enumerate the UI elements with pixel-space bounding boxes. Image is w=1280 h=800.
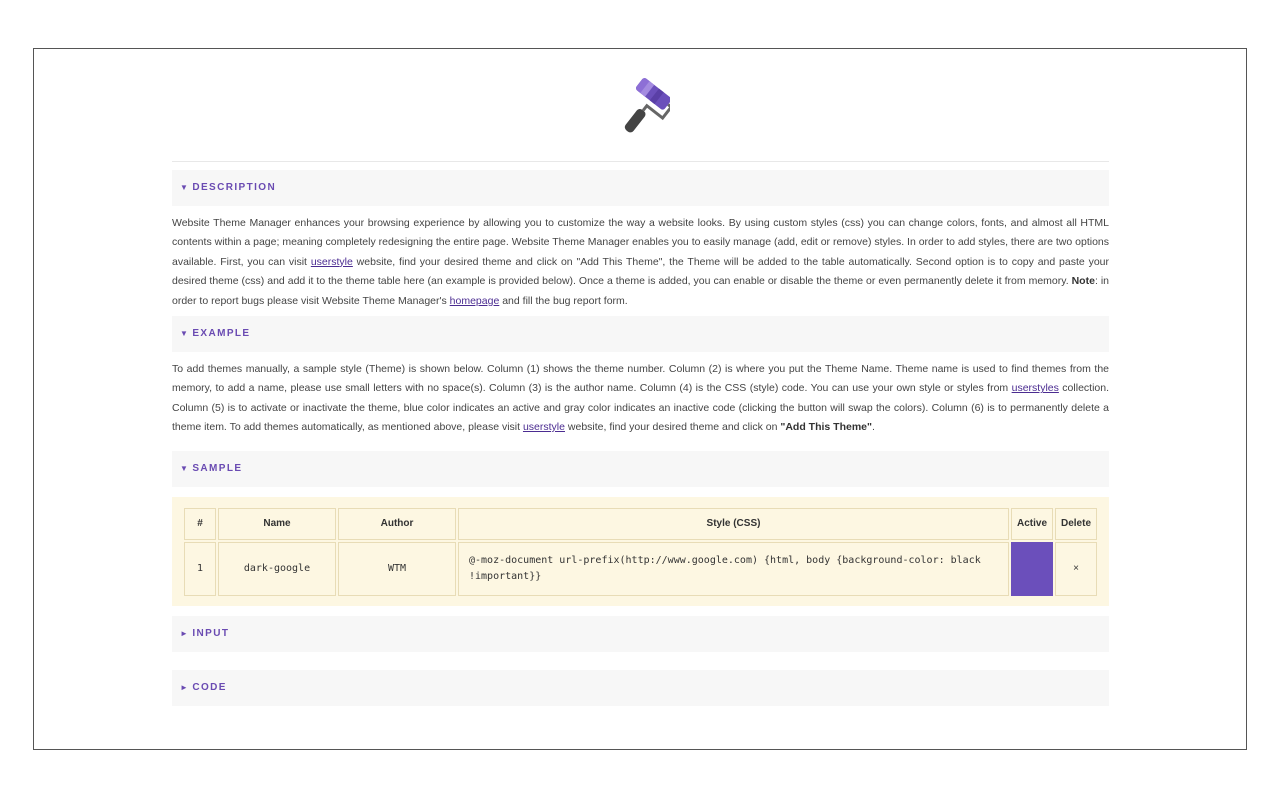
sample-table-container: # Name Author Style (CSS) Active Delete …: [172, 496, 1109, 606]
description-text-part: and fill the bug report form.: [499, 294, 628, 307]
section-header-description[interactable]: ▼ DESCRIPTION: [172, 170, 1109, 206]
paint-roller-icon: [624, 78, 670, 133]
theme-author-cell[interactable]: WTM: [338, 541, 456, 596]
col-header-style: Style (CSS): [458, 507, 1009, 540]
section-header-input[interactable]: ► INPUT: [172, 615, 1109, 652]
section-title-input: INPUT: [192, 627, 230, 639]
theme-style-cell[interactable]: @-moz-document url-prefix(http://www.goo…: [458, 541, 1009, 596]
col-header-name: Name: [218, 507, 336, 540]
example-text-part: website, find your desired theme and cli…: [564, 421, 781, 434]
add-this-theme-text: "Add This Theme": [780, 421, 872, 434]
section-header-sample[interactable]: ▼ SAMPLE: [172, 450, 1109, 487]
example-text-part: .: [872, 421, 875, 434]
caret-right-icon: ►: [180, 682, 190, 692]
caret-down-icon: ▼: [180, 183, 190, 192]
example-text-part: To add themes manually, a sample style (…: [172, 363, 1109, 395]
delete-icon[interactable]: ×: [1055, 541, 1097, 596]
col-header-delete: Delete: [1055, 507, 1097, 540]
col-header-author: Author: [338, 507, 456, 540]
sample-theme-table: # Name Author Style (CSS) Active Delete …: [182, 506, 1099, 598]
section-header-code[interactable]: ► CODE: [172, 669, 1109, 706]
userstyle-link[interactable]: userstyle: [311, 256, 353, 268]
logo-area: [172, 49, 1109, 162]
example-text: To add themes manually, a sample style (…: [172, 352, 1109, 443]
userstyle-link[interactable]: userstyle: [523, 421, 565, 433]
active-toggle-button[interactable]: [1011, 541, 1053, 596]
section-title-sample: SAMPLE: [192, 462, 243, 474]
col-header-active: Active: [1011, 507, 1053, 540]
note-label: Note: [1071, 275, 1095, 288]
section-title-description: DESCRIPTION: [192, 182, 277, 193]
caret-right-icon: ►: [180, 628, 190, 638]
theme-name-cell[interactable]: dark-google: [218, 541, 336, 596]
homepage-link[interactable]: homepage: [450, 295, 500, 307]
caret-down-icon: ▼: [180, 329, 190, 339]
row-number: 1: [184, 541, 216, 596]
description-text: Website Theme Manager enhances your brow…: [172, 206, 1109, 316]
section-header-example[interactable]: ▼ EXAMPLE: [172, 316, 1109, 353]
userstyles-link[interactable]: userstyles: [1012, 382, 1059, 394]
table-row: 1 dark-google WTM @-moz-document url-pre…: [184, 541, 1097, 596]
section-title-code: CODE: [192, 681, 227, 693]
table-header-row: # Name Author Style (CSS) Active Delete: [184, 507, 1097, 540]
col-header-number: #: [184, 507, 216, 540]
caret-down-icon: ▼: [180, 463, 190, 473]
content: ▼ DESCRIPTION Website Theme Manager enhan…: [172, 49, 1109, 706]
app-frame: ▼ DESCRIPTION Website Theme Manager enhan…: [33, 48, 1247, 750]
section-title-example: EXAMPLE: [192, 328, 251, 340]
